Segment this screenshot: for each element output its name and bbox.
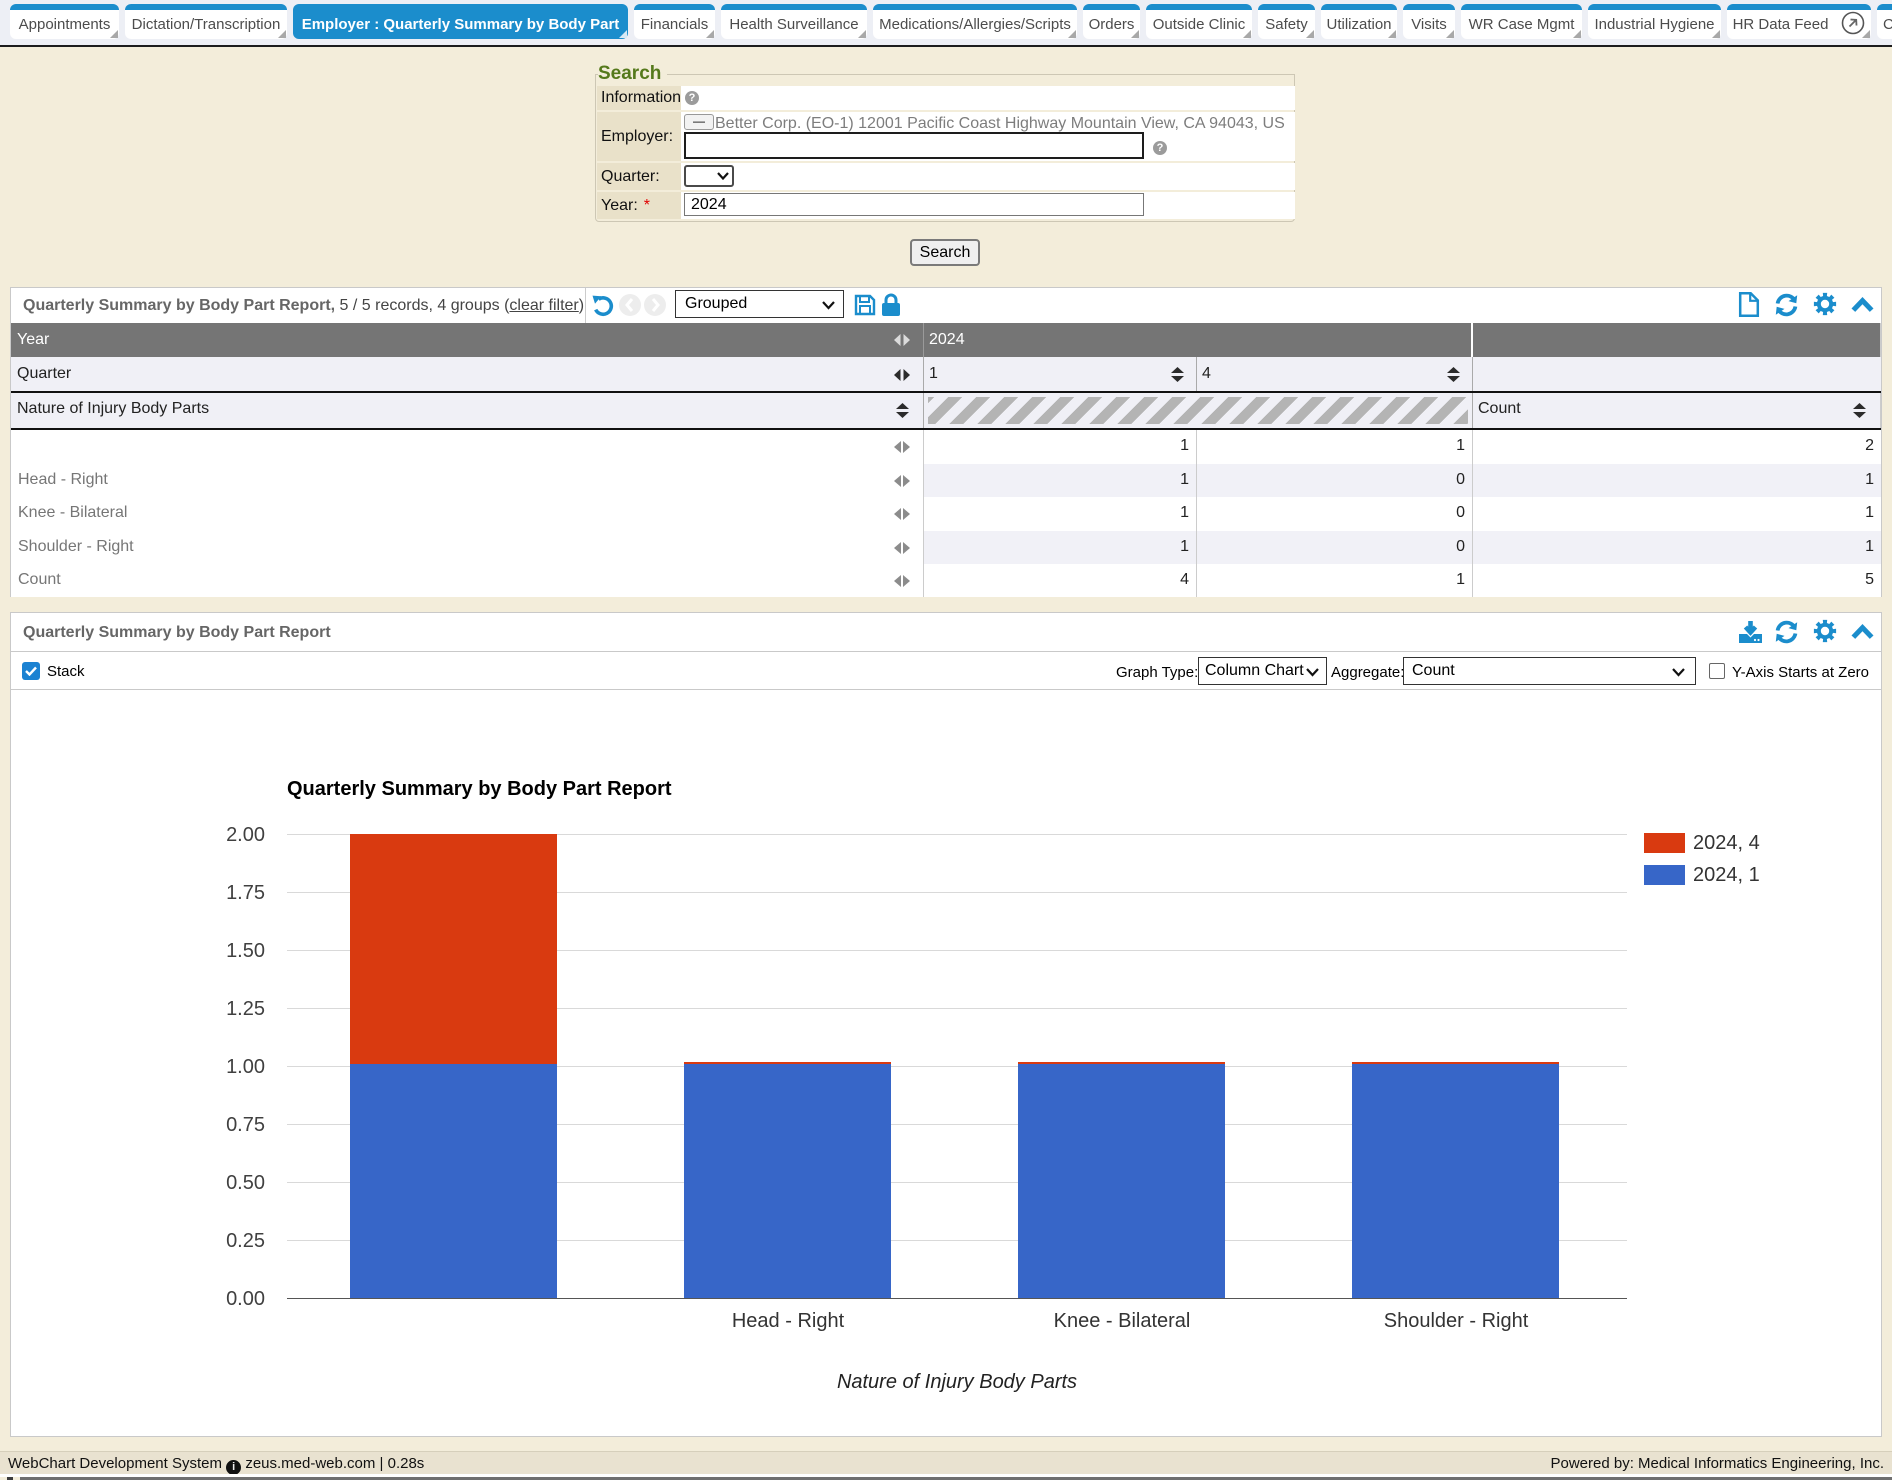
svg-text:1.00: 1.00 [226, 1056, 265, 1078]
svg-text:1.50: 1.50 [226, 940, 265, 962]
svg-text:0.25: 0.25 [226, 1230, 265, 1252]
svg-text:0.75: 0.75 [226, 1114, 265, 1136]
svg-text:Head - Right: Head - Right [732, 1310, 845, 1332]
svg-text:1.75: 1.75 [226, 882, 265, 904]
svg-text:2024, 4: 2024, 4 [1693, 832, 1760, 854]
svg-text:0.00: 0.00 [226, 1288, 265, 1310]
svg-text:Knee - Bilateral: Knee - Bilateral [1054, 1310, 1191, 1332]
svg-text:1.25: 1.25 [226, 998, 265, 1020]
svg-text:0.50: 0.50 [226, 1172, 265, 1194]
svg-text:Quarterly Summary by Body Part: Quarterly Summary by Body Part Report [287, 778, 672, 800]
svg-text:2.00: 2.00 [226, 824, 265, 846]
svg-text:Shoulder - Right: Shoulder - Right [1384, 1310, 1529, 1332]
svg-text:Nature of Injury Body Parts: Nature of Injury Body Parts [837, 1371, 1077, 1393]
svg-text:2024, 1: 2024, 1 [1693, 864, 1760, 886]
